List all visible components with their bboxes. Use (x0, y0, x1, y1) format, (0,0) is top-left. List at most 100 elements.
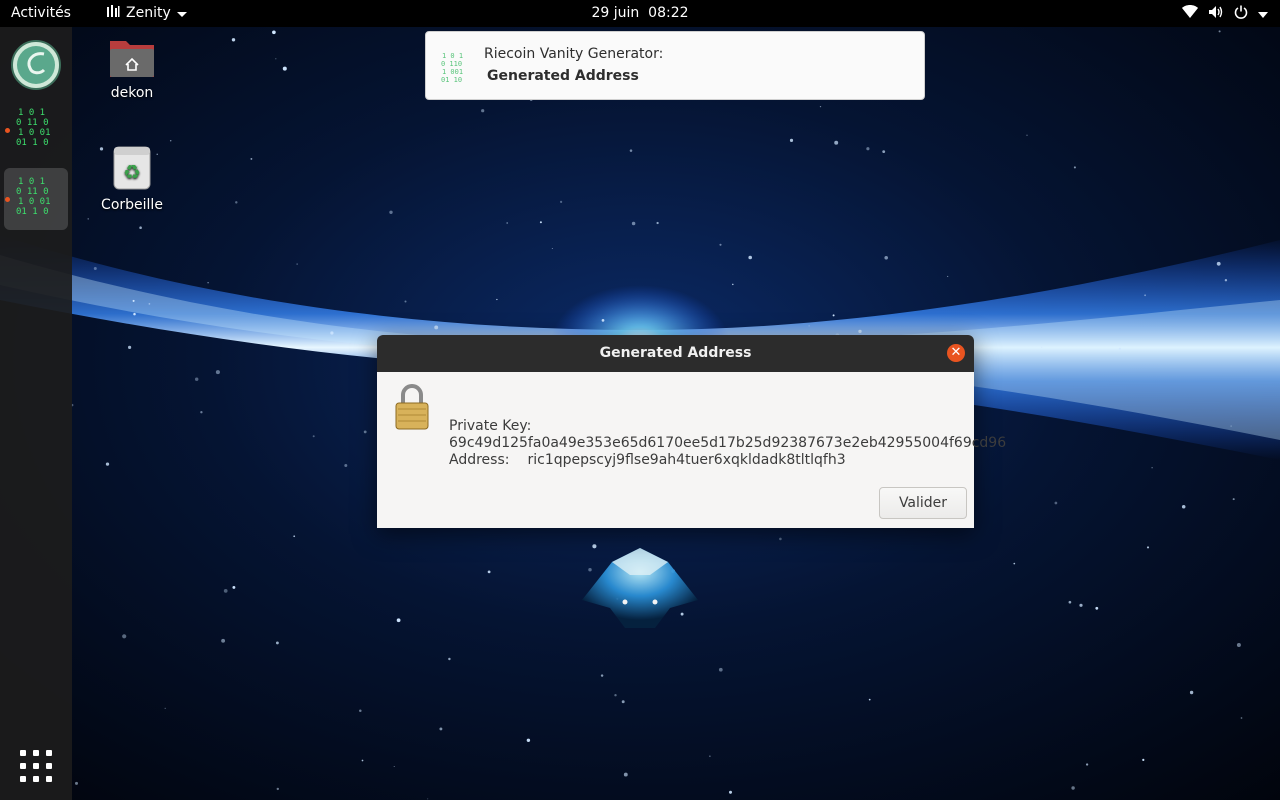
star (592, 544, 597, 549)
star (779, 537, 782, 541)
star (539, 221, 542, 224)
star (1181, 505, 1186, 509)
star (361, 759, 364, 762)
dialog-body: Private Key: 69c49d125fa0a49e353e65d6170… (377, 372, 1006, 528)
running-indicator (5, 197, 10, 202)
svg-text:1 0 01: 1 0 01 (18, 197, 51, 207)
star (600, 674, 604, 677)
star (344, 464, 348, 467)
star (947, 275, 949, 277)
close-button[interactable]: ✕ (947, 344, 965, 362)
star (1073, 166, 1076, 169)
star (396, 618, 401, 623)
star (194, 377, 199, 381)
star (221, 638, 226, 643)
home-folder-icon (110, 41, 154, 77)
star (139, 226, 142, 229)
close-icon: ✕ (950, 345, 962, 360)
star (506, 222, 509, 224)
star (1232, 498, 1235, 501)
star (232, 585, 236, 589)
desktop-icon-home[interactable]: dekon (92, 35, 172, 101)
app-menu[interactable]: Zenity (106, 4, 187, 22)
star (312, 435, 315, 438)
star (614, 693, 617, 697)
star (819, 105, 822, 108)
star (834, 140, 839, 145)
generated-address-dialog: Generated Address ✕ Private Key: 69c49d1… (377, 335, 1006, 528)
svg-text:1 0 1: 1 0 1 (442, 52, 463, 60)
star (275, 58, 277, 60)
dock-item-terminal-2[interactable]: 1 0 10 11 01 0 01 01 1 0 (4, 168, 68, 230)
star (231, 38, 236, 42)
star (128, 345, 132, 349)
star (621, 700, 625, 704)
dialog-title: Generated Address (599, 345, 752, 361)
notification-banner[interactable]: 1 0 10 110 1 001 01 10 Riecoin Vanity Gene… (425, 31, 925, 100)
app-menu-icon (106, 4, 120, 22)
clock-date[interactable]: 29 juin (591, 5, 639, 21)
star (164, 707, 166, 710)
star (1236, 643, 1241, 647)
show-apps-button[interactable] (17, 747, 55, 785)
star (789, 138, 794, 142)
dialog-titlebar[interactable]: Generated Address ✕ (377, 335, 974, 372)
star (1071, 786, 1075, 790)
star (439, 727, 443, 731)
svg-text:1 0 1: 1 0 1 (18, 108, 45, 118)
notification-title: Riecoin Vanity Generator: (484, 46, 664, 62)
address-value: ric1qpepscyj9flse9ah4tuer6xqkldadk8tltlq… (527, 452, 846, 468)
desktop-icon-label: Corbeille (101, 197, 163, 213)
star (93, 267, 97, 270)
star (481, 109, 485, 113)
star (427, 798, 429, 800)
riecoin-logo-icon (11, 40, 61, 90)
star (1142, 758, 1145, 762)
star (272, 30, 276, 35)
running-indicator (5, 128, 10, 133)
star (1216, 261, 1221, 266)
star (656, 221, 659, 225)
svg-text:01 1 0: 01 1 0 (16, 207, 49, 217)
star (1151, 467, 1153, 469)
star (1026, 134, 1028, 136)
chevron-down-icon (176, 11, 187, 17)
matrix-terminal-icon: 1 0 10 1101 00101 10 (441, 52, 463, 84)
star (1085, 763, 1089, 766)
clock: 29 juin 08:22 (0, 5, 1280, 21)
star (200, 411, 203, 414)
star (1013, 562, 1016, 565)
power-icon (1234, 5, 1248, 23)
clock-time[interactable]: 08:22 (648, 5, 688, 21)
svg-text:0 11 0: 0 11 0 (16, 118, 49, 128)
star (1040, 346, 1043, 348)
star (404, 300, 407, 303)
svg-text:♻: ♻ (123, 160, 141, 184)
star (732, 283, 734, 286)
top-bar: Activités Zenity 29 juin 08:22 (0, 0, 1280, 27)
dock-item-riecoin[interactable] (4, 34, 68, 96)
system-tray[interactable] (1182, 5, 1268, 23)
dock-item-terminal-1[interactable]: 1 0 10 11 01 0 01 01 1 0 (4, 99, 68, 161)
star (122, 634, 127, 639)
star (1189, 690, 1194, 695)
star (250, 157, 253, 160)
star (282, 66, 287, 71)
star (551, 248, 553, 249)
dock: 1 0 10 11 01 0 01 01 1 0 1 0 10 11 01 0 0… (0, 27, 72, 800)
star (1068, 600, 1072, 604)
dialog-message: Private Key: 69c49d125fa0a49e353e65d6170… (449, 418, 1006, 469)
star (133, 312, 136, 316)
star (296, 263, 298, 265)
ok-button[interactable]: Valider (879, 487, 967, 519)
star (207, 282, 209, 284)
matrix-terminal-icon: 1 0 10 11 01 0 0101 1 0 (16, 108, 51, 148)
star (487, 570, 491, 574)
notification-body: Generated Address (487, 68, 639, 84)
activities-button[interactable]: Activités (11, 5, 71, 21)
star (1144, 294, 1146, 297)
star (75, 781, 78, 785)
star (1054, 501, 1058, 505)
desktop-icon-trash[interactable]: ♻ Corbeille (92, 145, 172, 213)
star (858, 329, 862, 334)
